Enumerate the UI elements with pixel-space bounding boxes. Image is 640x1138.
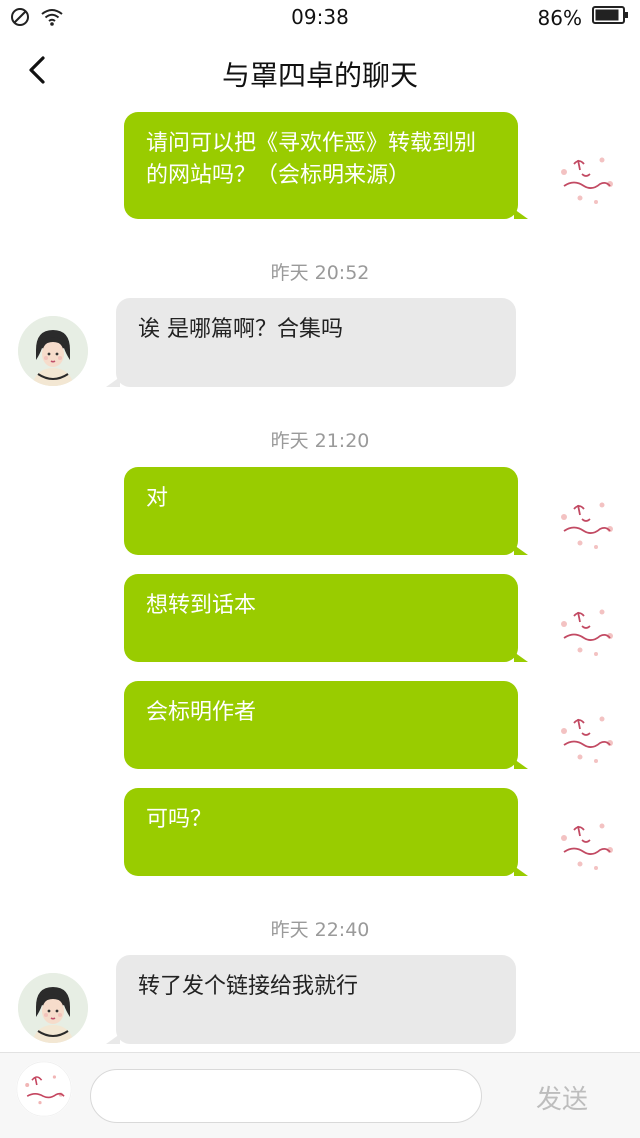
- message-text: 转了发个链接给我就行: [138, 974, 359, 999]
- message-text: 诶 是哪篇啊？合集吗: [138, 317, 343, 342]
- outgoing-message-bubble[interactable]: 想转到话本: [124, 574, 518, 662]
- message-input[interactable]: [90, 1069, 482, 1123]
- outgoing-message-bubble[interactable]: 会标明作者: [124, 681, 518, 769]
- bubble-tail: [514, 866, 528, 876]
- incoming-message-bubble[interactable]: 转了发个链接给我就行: [116, 955, 516, 1044]
- self-avatar[interactable]: [552, 703, 622, 773]
- outgoing-message-bubble[interactable]: 请问可以把《寻欢作恶》转载到别的网站吗？（会标明来源）: [124, 112, 518, 219]
- timestamp: 昨天 21:20: [270, 430, 370, 452]
- timestamp: 昨天 22:40: [270, 919, 370, 941]
- message-text: 请问可以把《寻欢作恶》转载到别的网站吗？（会标明来源）: [146, 131, 477, 188]
- contact-avatar[interactable]: [18, 973, 88, 1043]
- bubble-tail: [106, 377, 120, 387]
- self-avatar[interactable]: [552, 489, 622, 559]
- status-bar: 09:38 86%: [0, 0, 640, 34]
- self-avatar-small[interactable]: [16, 1061, 72, 1117]
- outgoing-message-bubble[interactable]: 可吗？: [124, 788, 518, 876]
- timestamp: 昨天 20:52: [270, 262, 370, 284]
- self-avatar[interactable]: [552, 143, 622, 214]
- page-title: 与罩四卓的聊天: [221, 59, 418, 92]
- send-button[interactable]: 发送: [514, 1079, 610, 1116]
- bubble-tail: [514, 652, 528, 662]
- bubble-tail: [106, 1034, 120, 1044]
- outgoing-message-bubble[interactable]: 对: [124, 467, 518, 555]
- calligraphy-logo-icon: [16, 1061, 72, 1117]
- self-avatar[interactable]: [552, 596, 622, 666]
- battery-percentage: 86%: [537, 5, 582, 30]
- message-text: 可吗？: [146, 807, 213, 832]
- chat-screen: 09:38 86% 与罩四卓的聊天 请问可以把《寻欢作恶》转载到别的网站吗？（会…: [0, 0, 640, 1138]
- chat-header: 与罩四卓的聊天: [0, 40, 640, 104]
- message-text: 想转到话本: [146, 593, 257, 618]
- incoming-message-bubble[interactable]: 诶 是哪篇啊？合集吗: [116, 298, 516, 387]
- message-text: 会标明作者: [146, 700, 257, 725]
- bubble-tail: [514, 759, 528, 769]
- bubble-tail: [514, 209, 528, 219]
- battery-icon: [592, 5, 630, 30]
- message-text: 对: [146, 486, 169, 511]
- input-bar: 发送: [0, 1052, 640, 1138]
- contact-avatar[interactable]: [18, 316, 88, 386]
- bubble-tail: [514, 545, 528, 555]
- self-avatar[interactable]: [552, 810, 622, 880]
- status-right: 86%: [538, 5, 630, 30]
